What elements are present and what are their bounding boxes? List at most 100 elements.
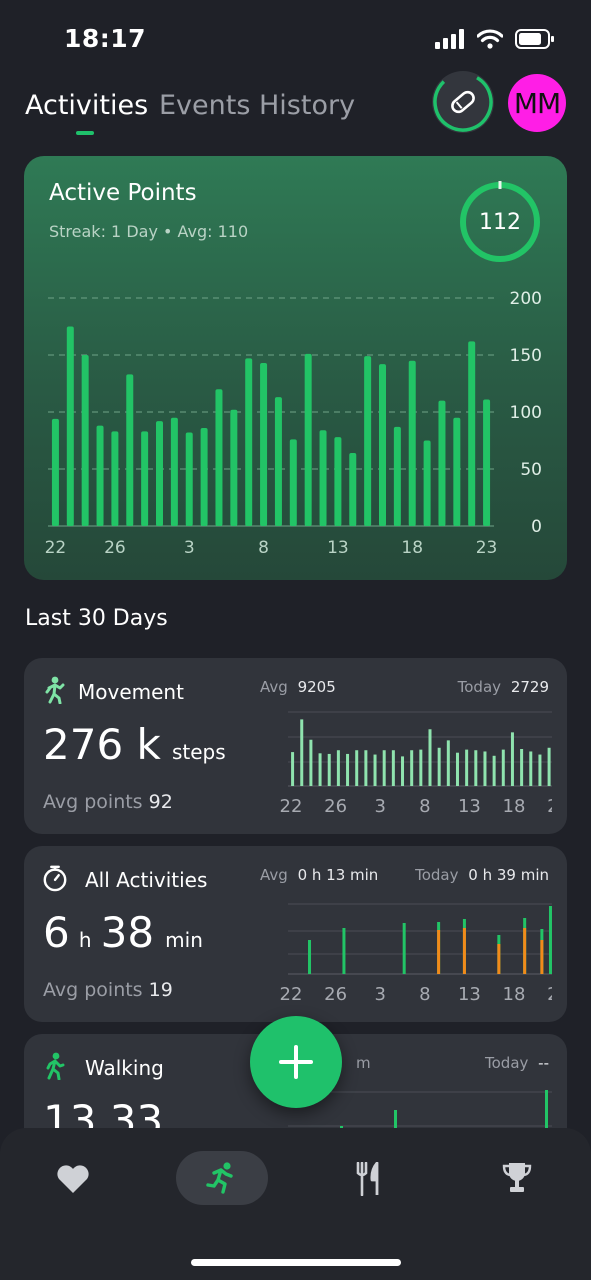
movement-avg-points: Avg points 92 [43,791,173,813]
home-indicator [191,1259,401,1266]
nav-achievements[interactable] [501,1161,533,1199]
walking-title: Walking [85,1056,164,1080]
steps-bar [492,755,496,786]
points-bar [304,353,312,526]
walking-icon [46,1052,65,1080]
x-tick-label: 26 [324,984,347,1005]
steps-bar [455,752,459,786]
points-bar [438,400,446,526]
hours-value: 6 [43,908,70,957]
points-bar [483,399,491,526]
points-bar [364,356,372,526]
steps-bar [300,719,304,786]
points-bar [334,437,342,526]
movement-total: 276 k steps [43,720,226,769]
activity-bar-secondary [497,944,501,974]
x-tick-label: 13 [327,538,349,558]
points-bar [245,358,253,526]
plus-icon [279,1045,313,1079]
steps-bar [483,751,487,786]
status-icons [435,26,555,52]
x-tick-label: 18 [503,984,526,1005]
movement-card[interactable]: Movement 276 k steps Avg points 92 Avg 9… [24,658,567,834]
steps-bar [364,750,368,786]
avatar[interactable]: MM [508,74,566,132]
hours-unit: h [78,928,92,952]
x-tick-label: 8 [419,984,430,1005]
nav-activities[interactable] [205,1161,239,1199]
walking-avg-value: m [356,1054,371,1072]
x-tick-label: 22 [45,538,67,558]
points-bar [453,417,461,526]
y-tick-label: 50 [520,460,542,480]
y-tick-label: 200 [510,289,542,309]
today-value: -- [538,1054,549,1072]
steps-bar [327,753,331,786]
device-sync-button[interactable] [432,71,494,133]
steps-bar [419,749,423,786]
steps-bar [309,739,313,786]
x-tick-label: 23 [547,984,552,1005]
activity-bar-secondary [540,940,544,974]
steps-bar [346,753,350,786]
points-bar [393,426,401,526]
movement-chart: 22 26 3 8 13 18 23 [280,711,552,817]
x-tick-label: 26 [104,538,126,558]
x-tick-label: 3 [374,796,385,817]
x-tick-label: 13 [458,796,481,817]
active-points-card[interactable]: Active Points Streak: 1 Day • Avg: 110 1… [24,156,567,580]
movement-today: Today 2729 [458,678,549,696]
points-bar [289,439,297,526]
all-activities-total: 6 h 38 min [43,908,203,957]
all-activities-today: Today 0 h 39 min [415,866,549,884]
trophy-icon [502,1163,532,1192]
points-bar [170,417,178,526]
signal-icon [435,29,464,49]
steps-bar [336,750,340,786]
steps-bar [529,751,533,786]
minutes-value: 38 [100,908,155,957]
today-value: 2729 [510,678,549,696]
active-points-title: Active Points [49,180,197,206]
x-tick-label: 3 [374,984,385,1005]
x-tick-label: 3 [184,538,195,558]
y-tick-label: 0 [531,517,542,537]
avg-label: Avg [260,866,288,884]
points-bar [111,431,119,526]
steps-bar [465,749,469,786]
activity-bar [342,928,346,974]
points-bar [200,427,208,526]
add-activity-button[interactable] [250,1016,342,1108]
tab-activities[interactable]: Activities [25,90,148,121]
movement-avg: Avg 9205 [260,678,336,696]
running-icon [206,1162,233,1194]
active-tab-indicator [76,131,94,135]
points-bar [349,453,357,526]
active-points-subtitle: Streak: 1 Day • Avg: 110 [49,222,249,241]
nav-nutrition[interactable] [355,1161,383,1200]
points-bar [468,341,476,526]
x-tick-label: 18 [503,796,526,817]
tab-events[interactable]: Events [159,90,250,121]
y-tick-label: 150 [510,346,542,366]
points-bar [185,432,193,526]
activity-bar-secondary [462,928,466,974]
x-tick-label: 8 [258,538,269,558]
points-bar [156,421,163,526]
tab-history[interactable]: History [259,90,355,121]
minutes-unit: min [165,928,203,952]
avg-label: Avg [260,678,288,696]
steps-bar [291,752,295,786]
movement-unit: steps [171,740,226,764]
x-tick-label: 23 [547,796,552,817]
steps-bar [501,749,505,786]
steps-bar [474,750,478,786]
all-activities-card[interactable]: All Activities 6 h 38 min Avg points 19 … [24,846,567,1022]
walking-today: Today -- [485,1054,549,1072]
movement-value: 276 k [43,720,161,769]
points-bar [215,389,223,526]
steps-bar [446,740,450,786]
nav-health[interactable] [56,1164,90,1198]
points-bar [260,362,268,526]
stopwatch-icon [43,865,67,892]
